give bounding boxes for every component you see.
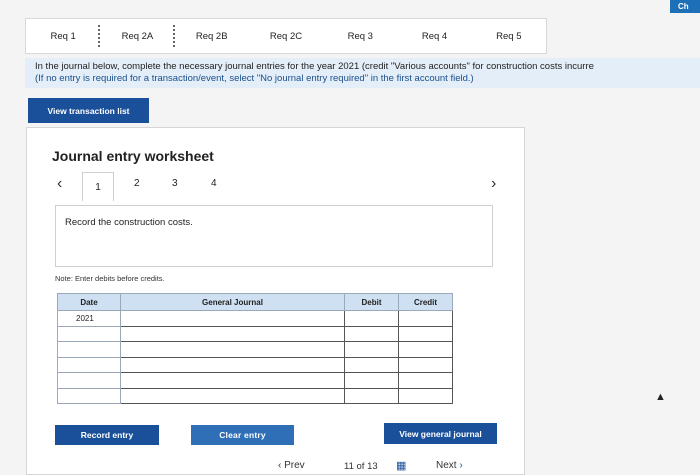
tab-label: Req 4 — [421, 30, 448, 42]
page-2[interactable]: 2 — [134, 178, 140, 189]
next-button[interactable]: Next › — [436, 460, 463, 471]
credit-field[interactable] — [398, 387, 453, 404]
col-date: Date — [57, 293, 121, 311]
debit-field[interactable] — [344, 387, 399, 404]
date-cell — [57, 387, 121, 404]
col-general-journal: General Journal — [120, 293, 345, 311]
tab-req-2a[interactable]: Req 2A — [100, 19, 175, 53]
page-4[interactable]: 4 — [211, 178, 217, 189]
tab-req-2b[interactable]: Req 2B — [175, 19, 249, 53]
tab-req-1[interactable]: Req 1 — [26, 19, 101, 53]
credit-field[interactable] — [398, 372, 453, 389]
journal-table: Date General Journal Debit Credit 2021 — [57, 293, 453, 404]
tab-label: Req 5 — [496, 30, 522, 42]
table-row — [57, 325, 453, 342]
date-cell: 2021 — [57, 310, 121, 327]
instructions-line-1: In the journal below, complete the neces… — [35, 61, 594, 72]
chevron-left-icon[interactable]: ‹ — [57, 175, 62, 193]
tab-label: Req 2C — [269, 30, 303, 42]
debit-field[interactable] — [344, 341, 399, 358]
debit-field[interactable] — [344, 310, 399, 327]
question-position: 11 of 13 — [344, 461, 378, 472]
page-3[interactable]: 3 — [172, 178, 178, 189]
account-field[interactable] — [120, 356, 345, 373]
credit-field[interactable] — [398, 341, 453, 358]
debit-field[interactable] — [344, 325, 399, 342]
account-field[interactable] — [120, 372, 345, 389]
col-credit: Credit — [398, 293, 453, 311]
tab-label: Req 3 — [347, 30, 373, 42]
instructions-line-2: (If no entry is required for a transacti… — [35, 73, 474, 84]
journal-entry-worksheet: Journal entry worksheet ‹ 1 2 3 4 › Reco… — [26, 127, 525, 475]
date-cell — [57, 356, 121, 373]
table-header-row: Date General Journal Debit Credit — [57, 293, 453, 311]
table-row — [57, 372, 453, 389]
account-field[interactable] — [120, 310, 345, 327]
next-label: Next — [436, 460, 457, 471]
tab-label: Req 2B — [195, 30, 228, 42]
chevron-left-icon: ‹ — [278, 460, 282, 471]
col-debit: Debit — [344, 293, 399, 311]
debit-field[interactable] — [344, 372, 399, 389]
account-field[interactable] — [120, 325, 345, 342]
tab-req-3[interactable]: Req 3 — [323, 19, 397, 53]
worksheet-title: Journal entry worksheet — [52, 148, 214, 164]
view-transaction-list-button[interactable]: View transaction list — [28, 98, 149, 123]
record-instruction-box: Record the construction costs. — [55, 205, 493, 267]
date-cell — [57, 341, 121, 358]
record-entry-button[interactable]: Record entry — [55, 425, 159, 445]
check-button[interactable]: Ch — [670, 0, 700, 13]
credit-field[interactable] — [398, 310, 453, 327]
tab-req-4[interactable]: Req 4 — [397, 19, 471, 53]
prev-button[interactable]: ‹ Prev — [278, 460, 305, 471]
account-field[interactable] — [120, 387, 345, 404]
instructions-banner: In the journal below, complete the neces… — [25, 58, 700, 88]
grid-icon[interactable]: ▦ — [396, 459, 406, 472]
worksheet-pager: ‹ 1 2 3 4 › — [47, 172, 507, 201]
tab-req-5[interactable]: Req 5 — [472, 19, 546, 53]
mouse-cursor-icon: ▲ — [655, 391, 666, 403]
table-row — [57, 341, 453, 358]
record-instruction: Record the construction costs. — [65, 217, 193, 228]
account-field[interactable] — [120, 341, 345, 358]
tab-req-2c[interactable]: Req 2C — [249, 19, 323, 53]
date-cell — [57, 372, 121, 389]
table-row — [57, 387, 453, 404]
table-row: 2021 — [57, 310, 453, 327]
page-1[interactable]: 1 — [82, 172, 114, 201]
table-row — [57, 356, 453, 373]
date-cell — [57, 325, 121, 342]
clear-entry-button[interactable]: Clear entry — [191, 425, 294, 445]
credit-field[interactable] — [398, 356, 453, 373]
tab-label: Req 2A — [121, 30, 154, 42]
requirement-tabs: Req 1 Req 2A Req 2B Req 2C Req 3 Req 4 R… — [25, 18, 547, 54]
debit-field[interactable] — [344, 356, 399, 373]
tab-label: Req 1 — [50, 30, 76, 42]
debits-note: Note: Enter debits before credits. — [55, 274, 165, 283]
chevron-right-icon[interactable]: › — [491, 175, 496, 193]
credit-field[interactable] — [398, 325, 453, 342]
chevron-right-icon: › — [459, 460, 463, 471]
prev-label: Prev — [284, 460, 305, 471]
view-general-journal-button[interactable]: View general journal — [384, 423, 497, 444]
